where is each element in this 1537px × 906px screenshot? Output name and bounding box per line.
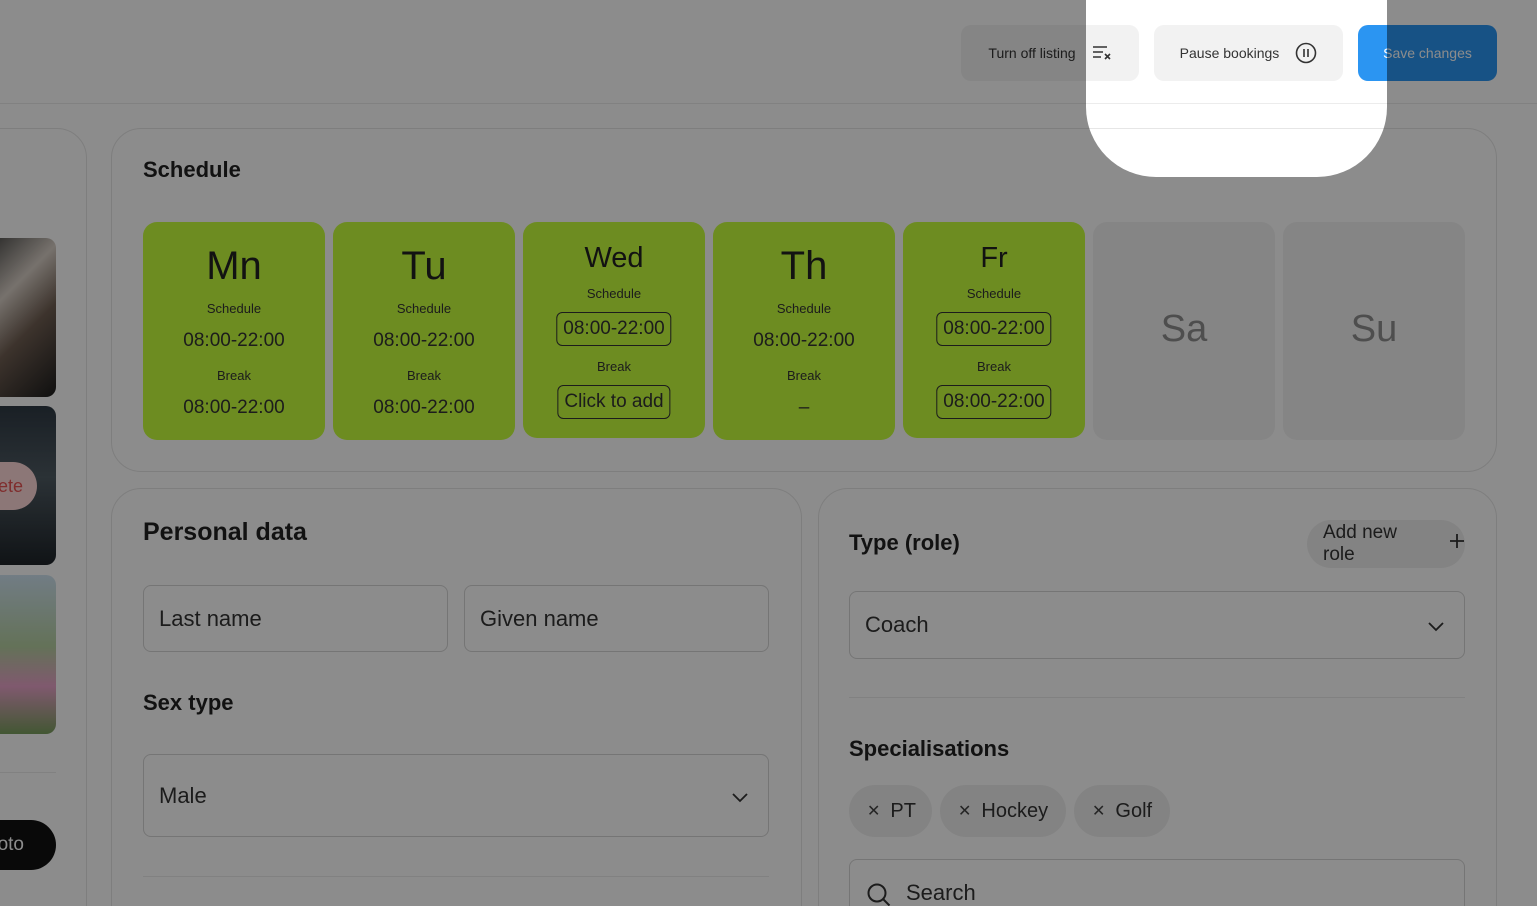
search-icon bbox=[866, 882, 892, 906]
day-name: Tu bbox=[401, 244, 447, 288]
schedule-time-input[interactable]: 08:00-22:00 bbox=[936, 312, 1052, 346]
divider bbox=[849, 697, 1465, 698]
role-value: Coach bbox=[865, 612, 929, 637]
sex-type-value: Male bbox=[159, 782, 207, 808]
close-icon[interactable]: ✕ bbox=[958, 801, 971, 821]
given-name-placeholder: Given name bbox=[480, 605, 599, 631]
delete-label: ete bbox=[0, 475, 23, 496]
schedule-title: Schedule bbox=[143, 157, 241, 182]
add-new-role-label: Add new role bbox=[1323, 522, 1397, 565]
day-card-fr[interactable]: Fr Schedule 08:00-22:00 Break 08:00-22:0… bbox=[903, 222, 1085, 438]
photo-thumbnail[interactable] bbox=[0, 238, 56, 397]
photo-thumbnail[interactable] bbox=[0, 575, 56, 734]
specialisation-search-input[interactable]: Search bbox=[849, 859, 1465, 906]
page: Turn off listing Pause bookings Save cha… bbox=[0, 0, 1537, 906]
day-name: Wed bbox=[584, 242, 644, 274]
break-label: Break bbox=[217, 368, 251, 383]
schedule-label: Schedule bbox=[396, 301, 452, 316]
break-time: – bbox=[798, 397, 810, 418]
schedule-label: Schedule bbox=[966, 286, 1022, 301]
add-new-role-button[interactable]: Add new role bbox=[1307, 520, 1465, 568]
schedule-time: 08:00-22:00 bbox=[183, 330, 285, 351]
schedule-time: 08:00-22:00 bbox=[373, 330, 475, 351]
specialisations-title: Specialisations bbox=[849, 736, 1010, 761]
day-card-wed[interactable]: Wed Schedule 08:00-22:00 Break Click to … bbox=[523, 222, 705, 438]
day-name: Sa bbox=[1160, 308, 1208, 350]
day-card-sa[interactable]: Sa bbox=[1093, 222, 1275, 440]
schedule-label: Schedule bbox=[776, 301, 832, 316]
specialisation-chip[interactable]: ✕ PT bbox=[849, 785, 932, 837]
day-name: Su bbox=[1350, 308, 1398, 350]
spotlight-overlay bbox=[1086, 0, 1387, 177]
close-icon[interactable]: ✕ bbox=[1092, 801, 1105, 821]
break-label: Break bbox=[597, 359, 631, 374]
schedule-time: 08:00-22:00 bbox=[753, 330, 855, 351]
day-name: Th bbox=[780, 244, 828, 288]
specialisation-chip[interactable]: ✕ Golf bbox=[1074, 785, 1170, 837]
given-name-input[interactable]: Given name bbox=[464, 585, 769, 652]
divider bbox=[0, 772, 56, 773]
save-changes-label: Save changes bbox=[1383, 45, 1472, 61]
day-card-mn[interactable]: Mn Schedule 08:00-22:00 Break 08:00-22:0… bbox=[143, 222, 325, 440]
day-card-th[interactable]: Th Schedule 08:00-22:00 Break – bbox=[713, 222, 895, 440]
break-time: 08:00-22:00 bbox=[373, 397, 475, 418]
chevron-down-icon bbox=[1428, 612, 1444, 638]
schedule-label: Schedule bbox=[206, 301, 262, 316]
break-time-input[interactable]: 08:00-22:00 bbox=[936, 385, 1052, 419]
specialisation-chip[interactable]: ✕ Hockey bbox=[940, 785, 1066, 837]
day-name: Mn bbox=[206, 244, 262, 288]
sex-type-select[interactable]: Male bbox=[143, 754, 769, 837]
day-card-su[interactable]: Su bbox=[1283, 222, 1465, 440]
chip-label: Hockey bbox=[981, 799, 1049, 822]
break-time-input[interactable]: Click to add bbox=[557, 385, 671, 419]
day-card-tu[interactable]: Tu Schedule 08:00-22:00 Break 08:00-22:0… bbox=[333, 222, 515, 440]
break-label: Break bbox=[977, 359, 1011, 374]
break-time: 08:00-22:00 bbox=[183, 397, 285, 418]
schedule-label: Schedule bbox=[586, 286, 642, 301]
search-placeholder: Search bbox=[906, 880, 976, 905]
schedule-time-input[interactable]: 08:00-22:00 bbox=[556, 312, 672, 346]
break-label: Break bbox=[787, 368, 821, 383]
role-title: Type (role) bbox=[849, 530, 960, 555]
role-select[interactable]: Coach bbox=[849, 591, 1465, 659]
personal-data-title: Personal data bbox=[143, 518, 307, 546]
day-name: Fr bbox=[980, 242, 1008, 274]
last-name-placeholder: Last name bbox=[159, 605, 262, 631]
last-name-input[interactable]: Last name bbox=[143, 585, 448, 652]
chip-label: Golf bbox=[1115, 799, 1153, 822]
chevron-down-icon bbox=[732, 783, 748, 809]
sex-type-title: Sex type bbox=[143, 690, 234, 715]
add-photo-button[interactable]: oto bbox=[0, 820, 56, 870]
close-icon[interactable]: ✕ bbox=[867, 801, 880, 821]
divider bbox=[143, 876, 769, 877]
add-photo-label: oto bbox=[0, 834, 24, 855]
break-label: Break bbox=[407, 368, 441, 383]
chip-label: PT bbox=[890, 799, 916, 822]
plus-icon bbox=[1449, 533, 1465, 555]
turn-off-listing-label: Turn off listing bbox=[988, 45, 1076, 61]
